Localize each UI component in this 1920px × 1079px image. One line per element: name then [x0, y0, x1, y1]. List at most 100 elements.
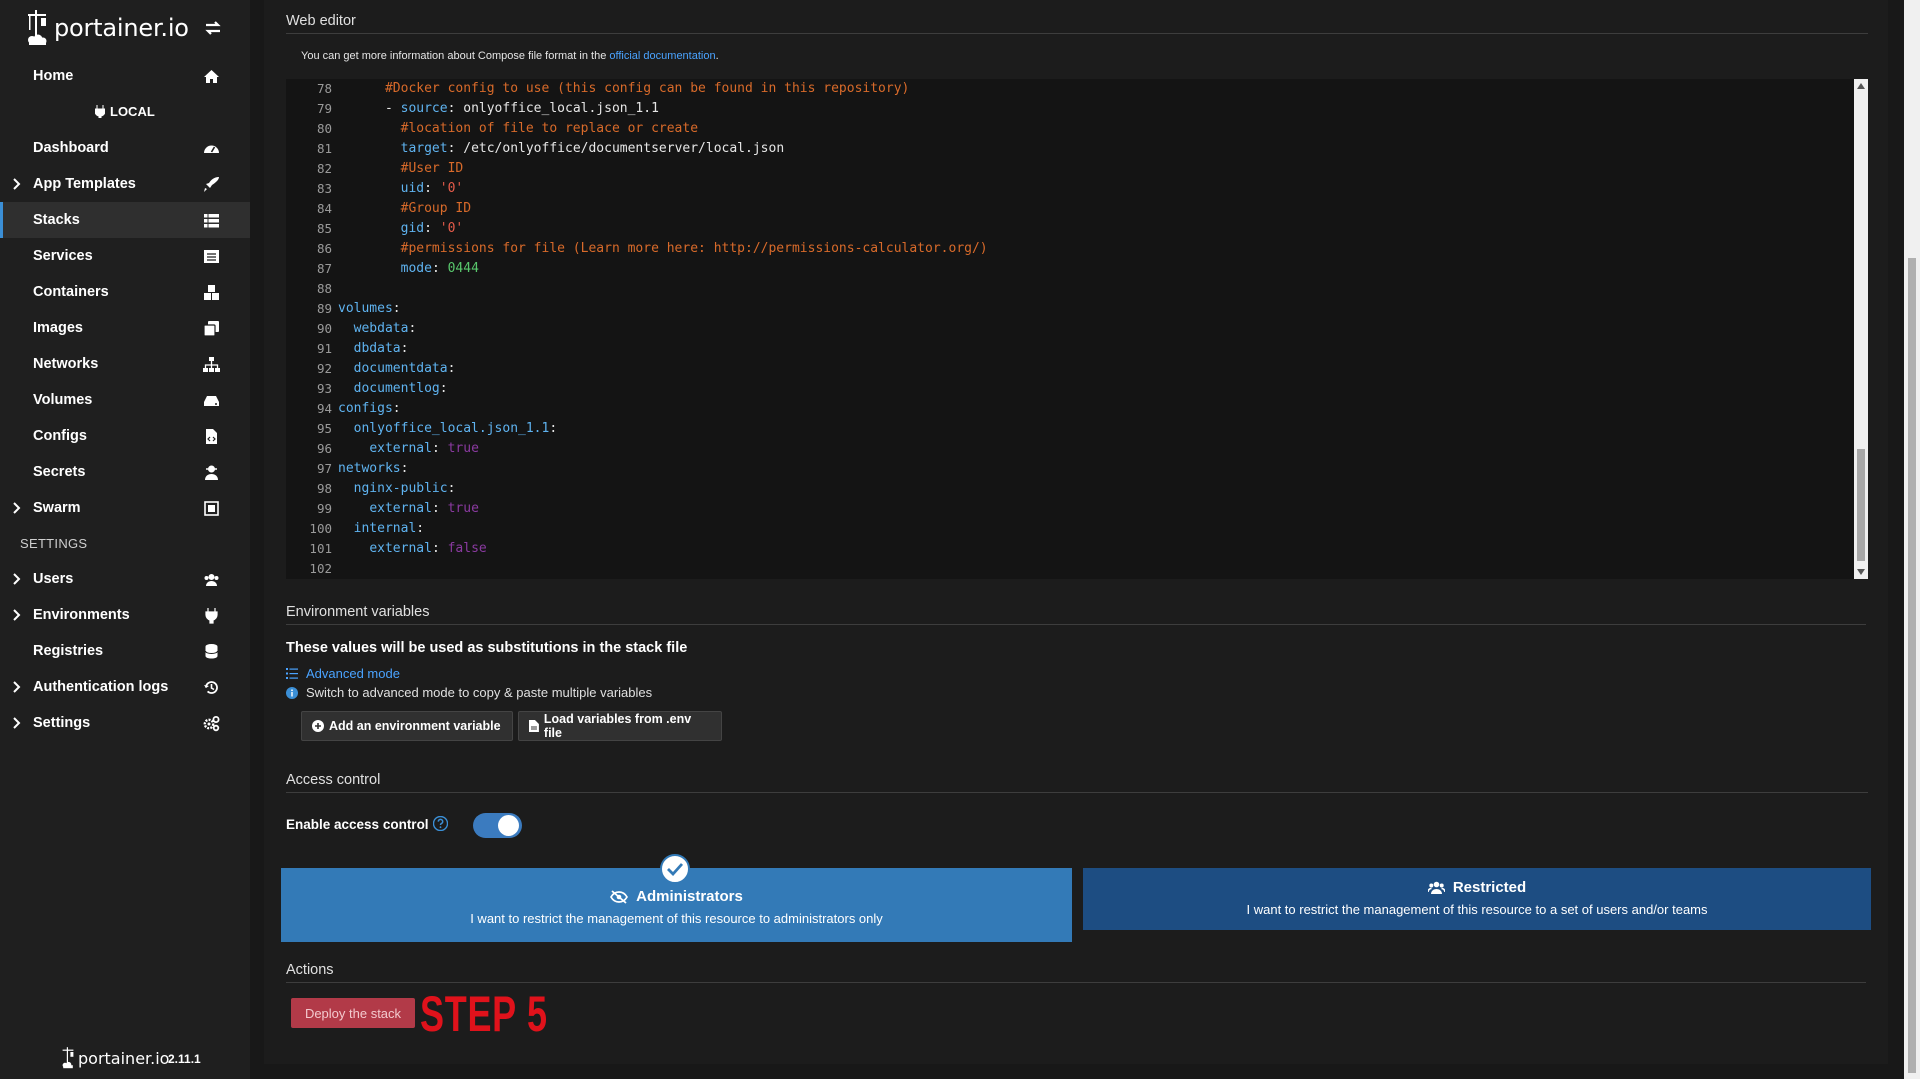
file-icon — [529, 720, 539, 732]
sidebar-item-app-templates[interactable]: App Templates — [0, 166, 250, 202]
sidebar-item-label: Users — [33, 571, 74, 587]
users-icon — [204, 574, 219, 586]
line-number: 88 — [316, 281, 332, 296]
info-circle-icon — [286, 686, 298, 699]
code-text: #Docker config to use (this config can b… — [384, 81, 910, 96]
footer-logo-text: portainer.io — [78, 1048, 170, 1068]
sidebar-item-networks[interactable]: Networks — [0, 346, 250, 382]
line-number: 79 — [316, 101, 332, 116]
add-env-variable-button[interactable]: Add an environment variable — [301, 711, 513, 741]
chevron-right-icon — [13, 717, 21, 729]
list-icon — [204, 250, 219, 263]
code-text: - source: onlyoffice_local.json_1.1 — [338, 101, 659, 116]
sidebar-item-registries[interactable]: Registries — [0, 633, 250, 669]
restricted-title-row: Restricted — [1083, 879, 1871, 896]
line-number: 102 — [309, 561, 332, 576]
advanced-mode-link[interactable]: Advanced mode — [286, 666, 400, 681]
chevron-right-icon — [13, 573, 21, 585]
line-number: 93 — [316, 381, 332, 396]
page-scrollbar[interactable] — [1904, 0, 1920, 1079]
sidebar-item-settings[interactable]: Settings — [0, 705, 250, 741]
scroll-down-arrow-icon[interactable] — [1857, 569, 1865, 575]
code-text: webdata: — [353, 321, 417, 336]
file-code-icon — [206, 429, 217, 444]
selected-check-icon — [660, 854, 690, 884]
env-vars-title: Environment variables — [286, 604, 430, 620]
app-version: 2.11.1 — [168, 1052, 201, 1066]
question-circle-icon[interactable] — [433, 816, 448, 831]
scroll-up-arrow-icon[interactable] — [1857, 83, 1865, 89]
env-vars-description: These values will be used as substitutio… — [286, 640, 688, 656]
cubes-icon — [204, 285, 219, 300]
code-text: #Group ID — [400, 201, 472, 216]
sidebar-item-services[interactable]: Services — [0, 238, 250, 274]
sidebar-item-secrets[interactable]: Secrets — [0, 454, 250, 490]
line-number: 84 — [316, 201, 332, 216]
plug-icon — [95, 105, 105, 118]
sitemap-icon — [203, 357, 220, 372]
editor-scrollbar[interactable] — [1854, 79, 1868, 579]
sidebar-item-label: Containers — [33, 284, 109, 300]
sidebar-item-dashboard[interactable]: Dashboard — [0, 130, 250, 166]
divider — [286, 624, 1866, 625]
line-number: 95 — [316, 421, 332, 436]
access-control-toggle[interactable] — [473, 813, 522, 838]
portainer-logo-icon — [62, 1047, 74, 1069]
deploy-stack-button[interactable]: Deploy the stack — [291, 998, 415, 1028]
administrators-description: I want to restrict the management of thi… — [470, 911, 883, 926]
code-text: external: false — [369, 541, 487, 556]
plug-icon — [205, 608, 218, 624]
enable-access-control-label: Enable access control — [286, 817, 429, 832]
sidebar-item-environments[interactable]: Environments — [0, 597, 250, 633]
page-scroll-thumb[interactable] — [1908, 258, 1916, 1073]
swap-icon[interactable] — [203, 18, 223, 38]
home-icon — [204, 70, 219, 83]
load-env-file-button[interactable]: Load variables from .env file — [518, 711, 722, 741]
code-text: #permissions for file (Learn more here: … — [400, 241, 988, 256]
sidebar-item-configs[interactable]: Configs — [0, 418, 250, 454]
footer-logo: portainer.io — [60, 1046, 169, 1070]
compose-info-text: You can get more information about Compo… — [301, 50, 719, 62]
sidebar-item-authentication-logs[interactable]: Authentication logs — [0, 669, 250, 705]
sidebar-item-swarm[interactable]: Swarm — [0, 490, 250, 526]
line-number: 100 — [309, 521, 332, 536]
sidebar-item-label: Registries — [33, 643, 104, 659]
line-number: 97 — [316, 461, 332, 476]
info-suffix: . — [715, 50, 719, 62]
restricted-description: I want to restrict the management of thi… — [1246, 902, 1708, 917]
advanced-mode-hint: Switch to advanced mode to copy & paste … — [286, 685, 652, 700]
sidebar-item-images[interactable]: Images — [0, 310, 250, 346]
code-text: dbdata: — [353, 341, 409, 356]
code-text: external: true — [369, 501, 479, 516]
code-text: networks: — [338, 461, 409, 476]
sidebar-item-label: Images — [33, 320, 83, 336]
administrators-title: Administrators — [636, 888, 743, 905]
rocket-icon — [204, 177, 219, 192]
sidebar-item-stacks[interactable]: Stacks — [0, 202, 250, 238]
logo-text: portainer.io — [54, 14, 189, 42]
code-editor[interactable]: 78 #Docker config to use (this config ca… — [286, 79, 1868, 579]
administrators-title-row: Administrators — [281, 888, 1072, 905]
sidebar-item-label: Stacks — [33, 212, 80, 228]
sidebar-item-label: Authentication logs — [33, 679, 169, 695]
editor-scroll-thumb[interactable] — [1857, 449, 1865, 561]
sidebar-item-label: Volumes — [33, 392, 93, 408]
sidebar-item-home[interactable]: Home — [0, 58, 250, 94]
settings-heading: SETTINGS — [20, 536, 88, 551]
environment-name: LOCAL — [110, 104, 155, 119]
divider — [286, 982, 1866, 983]
line-number: 98 — [316, 481, 332, 496]
sidebar-item-label: Environments — [33, 607, 130, 623]
clone-icon — [203, 321, 219, 337]
portainer-logo[interactable]: portainer.io — [24, 6, 189, 50]
official-documentation-link[interactable]: official documentation — [609, 50, 715, 62]
restricted-option[interactable]: Restricted I want to restrict the manage… — [1083, 868, 1871, 930]
sidebar-item-users[interactable]: Users — [0, 561, 250, 597]
sidebar-item-containers[interactable]: Containers — [0, 274, 250, 310]
line-number: 86 — [316, 241, 332, 256]
line-number: 87 — [316, 261, 332, 276]
code-text: gid: '0' — [400, 221, 464, 236]
chevron-right-icon — [13, 681, 21, 693]
divider — [286, 33, 1868, 34]
sidebar-item-volumes[interactable]: Volumes — [0, 382, 250, 418]
